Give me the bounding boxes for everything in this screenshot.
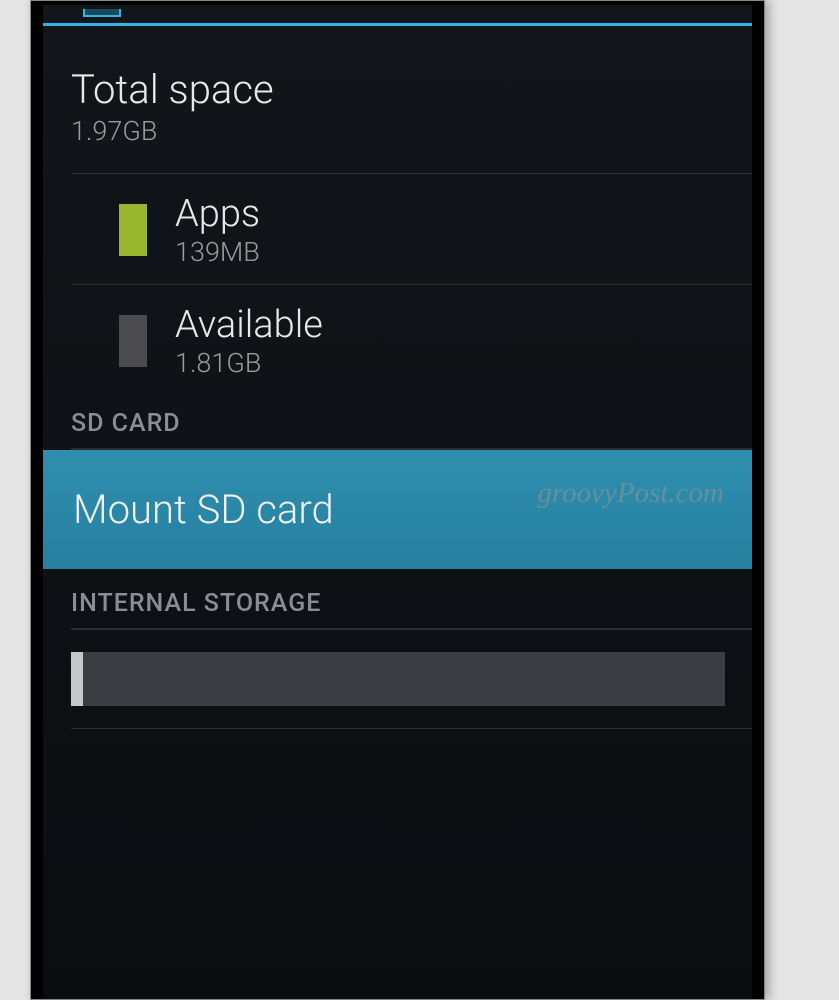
- storage-settings-screen: Total space 1.97GB Apps 139MB Available …: [43, 5, 752, 999]
- total-space-value: 1.97GB: [71, 115, 752, 147]
- sdcard-section-header: SD CARD: [71, 389, 752, 450]
- apps-storage-row[interactable]: Apps 139MB: [71, 174, 752, 285]
- available-swatch-icon: [119, 315, 147, 367]
- internal-storage-meter-row[interactable]: [71, 630, 752, 729]
- total-space-row[interactable]: Total space 1.97GB: [71, 26, 752, 174]
- mount-sd-card-button[interactable]: Mount SD card: [43, 450, 752, 569]
- internal-storage-used-fill: [71, 652, 83, 706]
- available-storage-row[interactable]: Available 1.81GB: [71, 285, 752, 389]
- internal-storage-meter: [71, 652, 725, 706]
- header-fragment: [43, 5, 752, 17]
- apps-value: 139MB: [175, 236, 260, 268]
- available-value: 1.81GB: [175, 347, 323, 379]
- header-icon: [83, 9, 121, 17]
- available-label: Available: [175, 303, 323, 347]
- internal-storage-section-header: INTERNAL STORAGE: [71, 569, 752, 630]
- total-space-label: Total space: [71, 66, 752, 113]
- apps-swatch-icon: [119, 204, 147, 256]
- apps-label: Apps: [175, 192, 260, 236]
